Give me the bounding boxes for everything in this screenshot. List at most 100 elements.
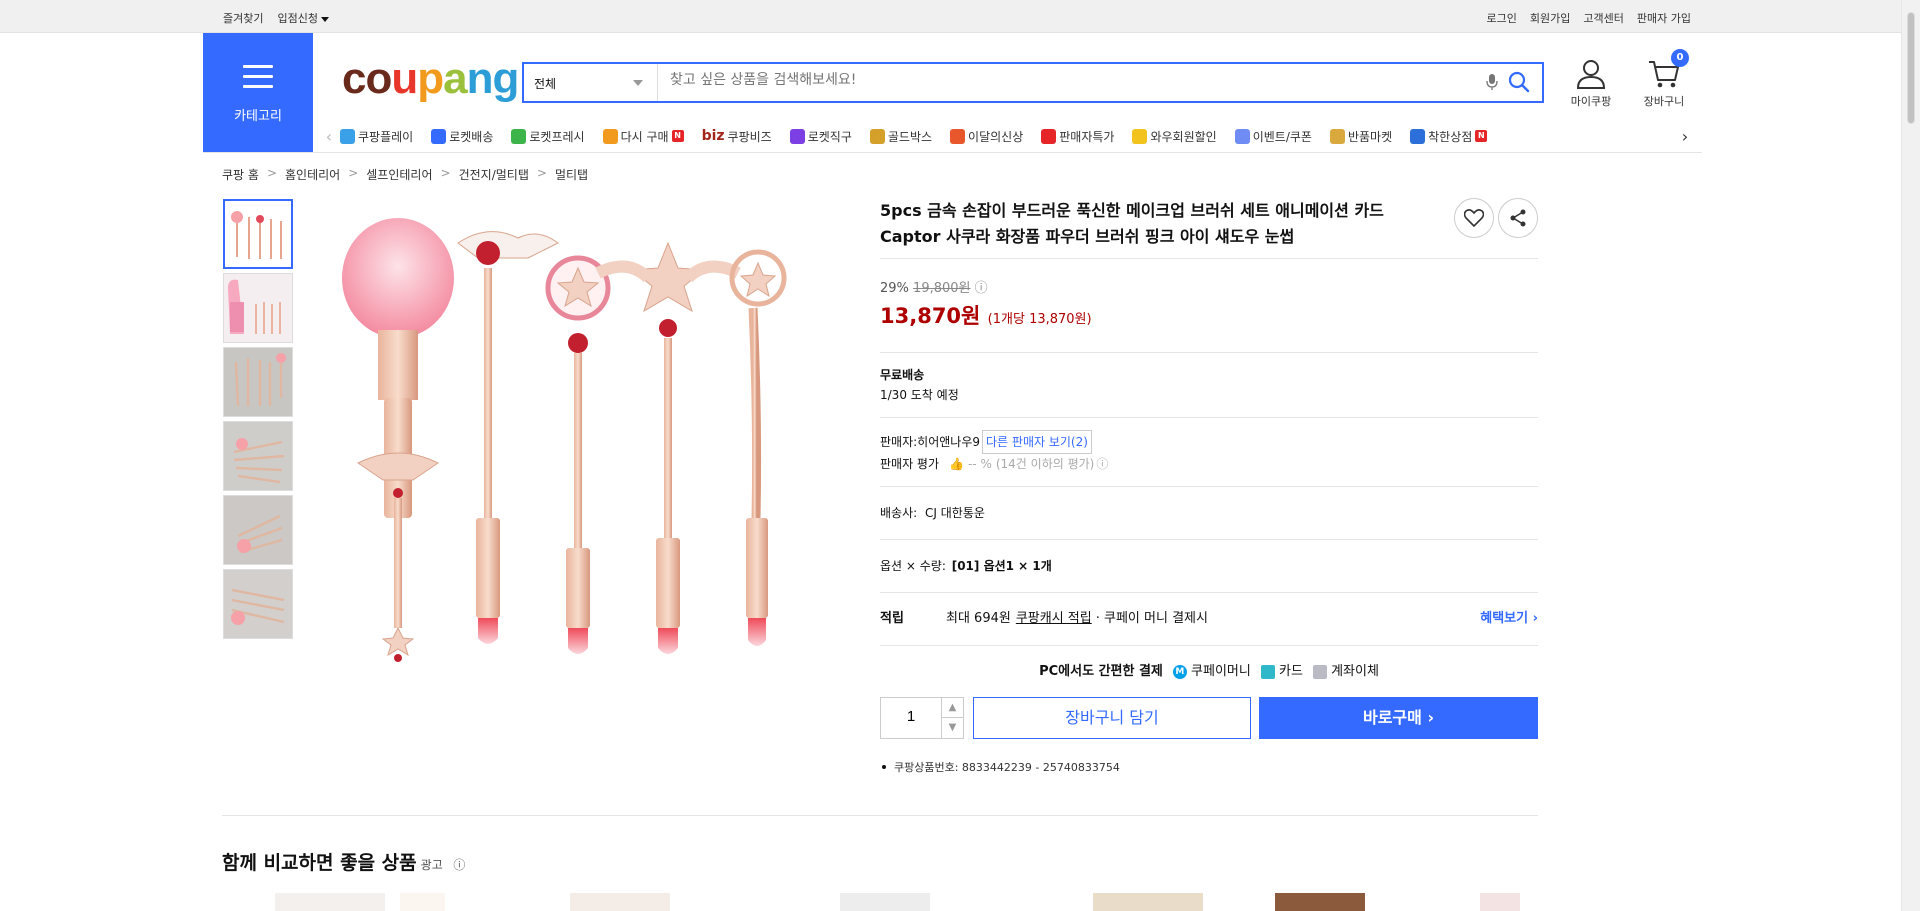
product-thumbnail[interactable] xyxy=(223,199,293,269)
seller-name[interactable]: 히어앤나우9 xyxy=(917,432,980,452)
other-sellers-button[interactable]: 다른 판매자 보기(2) xyxy=(982,430,1092,454)
card-icon xyxy=(1260,664,1275,679)
seller-signup-link[interactable]: 판매자 가입 xyxy=(1637,10,1691,26)
nav-item[interactable]: 로켓프레시 xyxy=(511,128,585,145)
share-button[interactable] xyxy=(1498,198,1538,238)
nav-item-label: 와우회원할인 xyxy=(1150,129,1217,144)
nav-item-label: 이달의신상 xyxy=(968,129,1024,144)
product-thumbnail[interactable] xyxy=(223,347,293,417)
top-utility-bar: 즐겨찾기 입점신청 로그인 회원가입 고객센터 판매자 가입 xyxy=(0,0,1901,33)
breadcrumb-item[interactable]: 셀프인테리어 xyxy=(366,166,432,183)
reward-label: 적립 xyxy=(880,611,904,626)
info-icon[interactable]: ⓘ xyxy=(975,281,988,296)
recommended-product-image[interactable] xyxy=(1275,893,1365,911)
nav-item[interactable]: 판매자특가 xyxy=(1041,128,1114,145)
nav-item[interactable]: 쿠팡플레이 xyxy=(340,128,413,145)
nav-item-icon xyxy=(950,128,966,144)
seller-label: 판매자: xyxy=(880,435,918,449)
buy-now-button[interactable]: 바로구매 › xyxy=(1259,697,1538,739)
nav-item-icon xyxy=(869,128,885,144)
customer-center-link[interactable]: 고객센터 xyxy=(1583,10,1623,26)
category-menu-button[interactable]: 카테고리 xyxy=(203,33,313,153)
discount-rate: 29% xyxy=(880,281,909,296)
breadcrumb-item[interactable]: 쿠팡 홈 xyxy=(222,166,259,183)
sale-price: 13,870원 xyxy=(880,304,981,328)
quantity-decrease-icon[interactable]: ▼ xyxy=(941,718,963,738)
coupang-logo[interactable]: coupang xyxy=(342,54,519,104)
breadcrumb-separator-icon: > xyxy=(348,166,359,180)
nav-item[interactable]: 다시 구매 N xyxy=(602,128,684,145)
nav-item-label: 로켓직구 xyxy=(807,129,852,144)
nav-item[interactable]: biz 쿠팡비즈 xyxy=(702,128,772,145)
my-coupang-button[interactable]: 마이쿠팡 xyxy=(1566,58,1616,109)
coupay-money-icon: M xyxy=(1172,664,1187,679)
quantity-input[interactable] xyxy=(887,708,935,725)
info-icon[interactable]: ⓘ xyxy=(453,858,465,872)
buy-now-label: 바로구매 xyxy=(1362,708,1422,727)
benefit-link[interactable]: 혜택보기 › xyxy=(1480,609,1538,629)
bookmark-link[interactable]: 즐겨찾기 xyxy=(223,10,263,26)
microphone-icon[interactable] xyxy=(1486,73,1498,94)
purchase-row: ▲ ▼ 장바구니 담기 바로구매 › xyxy=(880,697,1538,741)
page-scrollbar[interactable] xyxy=(1901,0,1920,911)
nav-item[interactable]: 골드박스 xyxy=(869,128,932,145)
breadcrumb-item[interactable]: 홈인테리어 xyxy=(285,166,340,183)
benefit-link-label: 혜택보기 xyxy=(1480,611,1529,626)
search-input[interactable] xyxy=(670,72,1470,88)
reward-amount: 최대 694원 xyxy=(946,611,1011,626)
compare-title: 함께 비교하면 좋을 상품 xyxy=(222,852,417,874)
cart-button[interactable]: 0 장바구니 xyxy=(1636,49,1692,109)
category-label: 카테고리 xyxy=(234,109,282,124)
seller-apply-link[interactable]: 입점신청 xyxy=(277,10,329,26)
product-thumbnail[interactable] xyxy=(223,495,293,565)
quantity-increase-icon[interactable]: ▲ xyxy=(941,698,963,718)
nav-next-arrow-icon[interactable]: › xyxy=(1674,127,1696,146)
signup-link[interactable]: 회원가입 xyxy=(1530,10,1570,26)
carrier-name: CJ 대한통운 xyxy=(925,506,985,520)
add-to-cart-button[interactable]: 장바구니 담기 xyxy=(973,697,1251,739)
compare-section-title: 함께 비교하면 좋을 상품 광고 ⓘ xyxy=(222,848,465,875)
coupang-cash-link[interactable]: 쿠팡캐시 적립 xyxy=(1016,609,1092,629)
nav-item[interactable]: 반품마켓 xyxy=(1329,128,1392,145)
scrollbar-thumb[interactable] xyxy=(1907,12,1915,124)
shipping-title: 무료배송 xyxy=(880,368,925,382)
recommended-product-image[interactable] xyxy=(400,893,445,911)
breadcrumb-item[interactable]: 건전지/멀티탭 xyxy=(459,166,529,183)
recommended-product-image[interactable] xyxy=(570,893,670,911)
cart-count-badge: 0 xyxy=(1671,49,1689,67)
nav-item[interactable]: 로켓직구 xyxy=(789,128,852,145)
nav-item-icon xyxy=(1132,128,1148,144)
nav-item[interactable]: 착한상점 N xyxy=(1410,128,1488,145)
breadcrumb-separator-icon: > xyxy=(536,166,547,180)
share-icon xyxy=(1510,209,1526,227)
wishlist-button[interactable] xyxy=(1454,198,1494,238)
info-icon[interactable]: ⓘ xyxy=(1096,454,1108,474)
nav-item[interactable]: 이벤트/쿠폰 xyxy=(1234,128,1312,145)
nav-item-label: 로켓배송 xyxy=(449,129,494,144)
search-icon[interactable] xyxy=(1508,71,1530,96)
nav-item[interactable]: 로켓배송 xyxy=(431,128,493,145)
recommended-product-image[interactable] xyxy=(1093,893,1203,911)
pay-method: 카드 xyxy=(1279,664,1303,679)
recommended-product-image[interactable] xyxy=(1480,893,1520,911)
nav-item[interactable]: 와우회원할인 xyxy=(1132,128,1217,145)
nav-prev-arrow-icon[interactable]: ‹ xyxy=(318,127,340,146)
nav-item-label: 쿠팡비즈 xyxy=(727,129,772,144)
product-thumbnail[interactable] xyxy=(223,421,293,491)
breadcrumb-item[interactable]: 멀티탭 xyxy=(555,166,588,183)
nav-item-icon xyxy=(511,128,527,144)
category-nav: ‹ 쿠팡플레이 로켓배송 로켓프레시 다시 구매 N biz 쿠팡비즈 로켓직구 골드박스 이달의… xyxy=(318,120,1696,152)
dropdown-arrow-icon xyxy=(633,80,643,86)
recommended-product-image[interactable] xyxy=(840,893,930,911)
caret-down-icon xyxy=(320,16,329,22)
nav-item[interactable]: 이달의신상 xyxy=(950,128,1023,145)
login-link[interactable]: 로그인 xyxy=(1487,10,1517,26)
nav-item-label: 로켓프레시 xyxy=(529,129,585,144)
nav-item-icon xyxy=(340,128,355,144)
nav-item-icon xyxy=(602,128,618,144)
product-main-image[interactable] xyxy=(338,218,828,708)
search-scope-select[interactable]: 전체 xyxy=(524,64,658,101)
product-thumbnail[interactable] xyxy=(223,569,293,639)
recommended-product-image[interactable] xyxy=(275,893,385,911)
product-thumbnail[interactable] xyxy=(223,273,293,343)
